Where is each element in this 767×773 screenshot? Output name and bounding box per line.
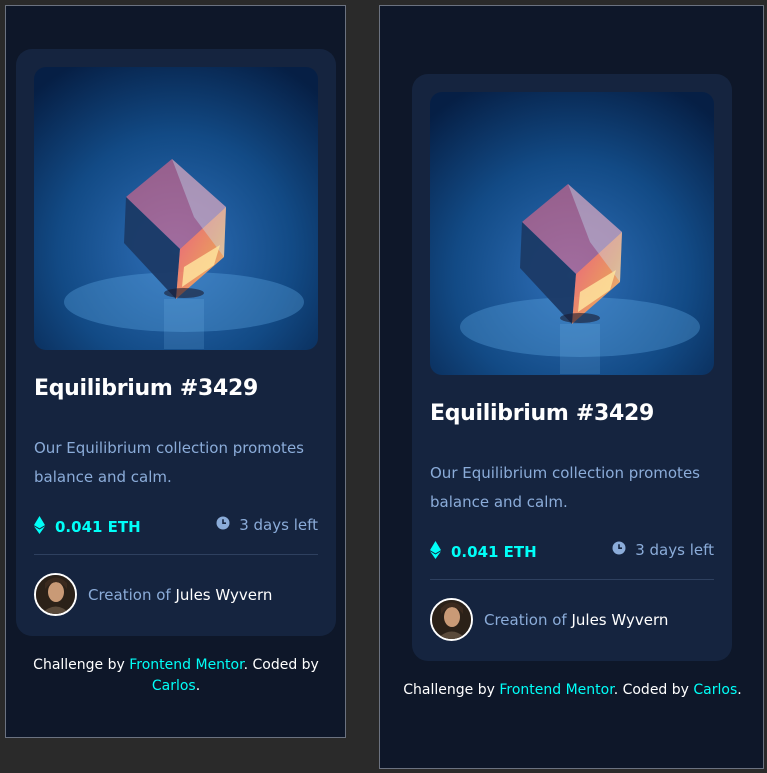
attribution: Challenge by Frontend Mentor. Coded by C… — [380, 680, 765, 701]
footer-suffix: . — [737, 682, 742, 698]
attribution: Challenge by Frontend Mentor. Coded by C… — [16, 655, 336, 697]
frontend-mentor-link[interactable]: Frontend Mentor — [499, 682, 613, 698]
time-left-label: 3 days left — [635, 541, 714, 559]
footer-suffix: . — [195, 678, 201, 694]
coded-by-text: . Coded by — [613, 682, 689, 698]
nft-title[interactable]: Equilibrium #3429 — [430, 401, 654, 426]
equilibrium-image[interactable] — [34, 67, 318, 350]
avatar — [34, 573, 77, 616]
price-info: 0.041 ETH — [34, 516, 141, 538]
preview-pane-right: Equilibrium #3429 Our Equilibrium collec… — [379, 5, 764, 769]
challenge-prefix: Challenge by — [403, 682, 495, 698]
creator-name-link[interactable]: Jules Wyvern — [175, 586, 272, 604]
creator-prefix: Creation of — [88, 585, 171, 604]
divider — [430, 579, 714, 580]
creator-row: Creation of Jules Wyvern — [430, 598, 668, 641]
nft-card: Equilibrium #3429 Our Equilibrium collec… — [412, 74, 732, 661]
avatar — [430, 598, 473, 641]
time-left-label: 3 days left — [239, 516, 318, 534]
time-left-info: 3 days left — [612, 541, 714, 559]
clock-icon — [612, 541, 626, 559]
creator-row: Creation of Jules Wyvern — [34, 573, 272, 616]
creator-name-link[interactable]: Jules Wyvern — [571, 611, 668, 629]
coded-by-text: . Coded by — [243, 657, 319, 673]
nft-title[interactable]: Equilibrium #3429 — [34, 376, 258, 401]
ethereum-icon — [34, 516, 45, 538]
price-label: 0.041 ETH — [55, 518, 141, 536]
creator-prefix: Creation of — [484, 610, 567, 629]
clock-icon — [216, 516, 230, 534]
equilibrium-image[interactable] — [430, 92, 714, 375]
author-link[interactable]: Carlos — [693, 682, 737, 698]
price-label: 0.041 ETH — [451, 543, 537, 561]
ethereum-icon — [430, 541, 441, 563]
nft-description: Our Equilibrium collection promotes bala… — [34, 439, 304, 486]
nft-description: Our Equilibrium collection promotes bala… — [430, 464, 700, 511]
price-info: 0.041 ETH — [430, 541, 537, 563]
challenge-prefix: Challenge by — [33, 657, 125, 673]
frontend-mentor-link[interactable]: Frontend Mentor — [129, 657, 243, 673]
time-left-info: 3 days left — [216, 516, 318, 534]
preview-pane-left: Equilibrium #3429 Our Equilibrium collec… — [5, 5, 346, 738]
divider — [34, 554, 318, 555]
nft-card: Equilibrium #3429 Our Equilibrium collec… — [16, 49, 336, 636]
author-link[interactable]: Carlos — [152, 678, 196, 694]
